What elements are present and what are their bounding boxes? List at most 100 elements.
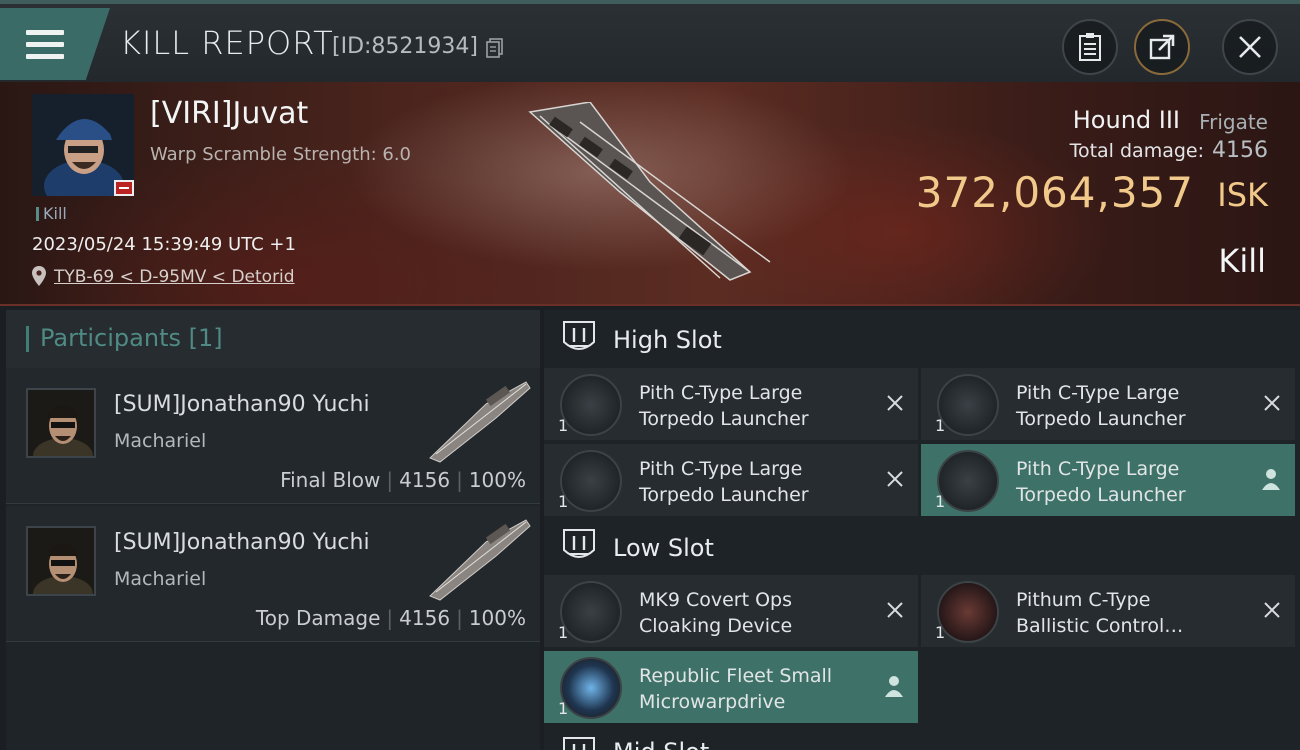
participant-name[interactable]: [SUM]Jonathan90 Yuchi (114, 392, 370, 417)
module-quantity: 1 (558, 699, 569, 718)
participant-ship[interactable]: Machariel (114, 568, 206, 590)
module-name-line1: Pith C-Type Large (1016, 382, 1180, 404)
kill-tag: Kill (36, 204, 67, 223)
mid-slot-icon (563, 737, 595, 750)
cloaking-device-icon (560, 581, 622, 643)
destroyed-x-icon (887, 471, 903, 487)
share-button[interactable] (1134, 19, 1190, 75)
module-name-line2: Microwarpdrive (639, 691, 786, 713)
participant-ship-icon (429, 381, 531, 463)
participant-tag: Top Damage (255, 606, 381, 630)
participant-damage: 4156 (399, 468, 451, 492)
mid-slot-header: Mid Slot (544, 730, 1300, 750)
status-badge (114, 180, 134, 196)
participant-ship-icon (429, 519, 531, 601)
module-card[interactable]: 1 Pith C-Type Large Torpedo Launcher (921, 368, 1295, 440)
dropped-person-icon (1262, 469, 1280, 490)
module-name: Pithum C-Type Ballistic Control… (1016, 587, 1246, 639)
module-card[interactable]: 1 Republic Fleet Small Microwarpdrive (544, 651, 918, 723)
torpedo-launcher-icon (937, 374, 999, 436)
module-card[interactable]: 1 Pith C-Type Large Torpedo Launcher (544, 444, 918, 516)
torpedo-launcher-icon (560, 450, 622, 512)
close-icon (1239, 36, 1261, 58)
victim-avatar[interactable] (32, 94, 134, 196)
high-slot-label: High Slot (613, 326, 722, 354)
copy-icon[interactable] (486, 38, 504, 58)
top-bar: KILL REPORT [ID:8521934] (0, 0, 1300, 82)
location-link[interactable]: TYB-69 < D-95MV < Detorid (54, 267, 295, 287)
module-name-line2: Ballistic Control… (1016, 615, 1184, 637)
menu-button[interactable] (0, 8, 110, 80)
module-quantity: 1 (935, 623, 946, 642)
participant-ship[interactable]: Machariel (114, 430, 206, 452)
result-label: Kill (1218, 242, 1266, 280)
module-name-line2: Torpedo Launcher (1016, 484, 1186, 506)
ballistic-control-icon (937, 581, 999, 643)
module-name-line2: Torpedo Launcher (1016, 408, 1186, 430)
participant-percent: 100% (468, 468, 526, 492)
fitting-panel: High Slot 1 Pith C-Type Large Torpedo Lau… (544, 310, 1300, 750)
microwarpdrive-icon (560, 657, 622, 719)
share-icon (1149, 34, 1175, 60)
victim-name[interactable]: [VIRI]Juvat (150, 96, 308, 131)
module-name-line1: Pith C-Type Large (639, 382, 803, 404)
participant-row[interactable]: [SUM]Jonathan90 Yuchi Machariel Top Dama… (6, 506, 540, 642)
module-card[interactable]: 1 Pith C-Type Large Torpedo Launcher (544, 368, 918, 440)
participant-row[interactable]: [SUM]Jonathan90 Yuchi Machariel Final Bl… (6, 368, 540, 504)
module-name: Pith C-Type Large Torpedo Launcher (639, 456, 869, 508)
header-accent-bar (26, 326, 29, 352)
close-button[interactable] (1222, 19, 1278, 75)
module-name-line1: Republic Fleet Small (639, 665, 833, 687)
participant-stats: Final Blow | 4156 | 100% (280, 468, 526, 492)
participant-percent: 100% (468, 606, 526, 630)
pilot-portrait-icon (28, 528, 94, 594)
victim-banner: [VIRI]Juvat Warp Scramble Strength: 6.0 … (0, 82, 1300, 306)
module-name: Republic Fleet Small Microwarpdrive (639, 663, 869, 715)
module-name: Pith C-Type Large Torpedo Launcher (1016, 456, 1246, 508)
victim-ship-class: Frigate (1199, 110, 1268, 134)
module-quantity: 1 (935, 492, 946, 511)
torpedo-launcher-icon (937, 450, 999, 512)
torpedo-launcher-icon (560, 374, 622, 436)
isk-unit: ISK (1217, 176, 1268, 214)
module-name-line1: Pith C-Type Large (1016, 458, 1180, 480)
participant-name[interactable]: [SUM]Jonathan90 Yuchi (114, 530, 370, 555)
participant-avatar[interactable] (26, 388, 96, 458)
module-quantity: 1 (558, 492, 569, 511)
page-title: KILL REPORT (120, 24, 334, 62)
participant-avatar[interactable] (26, 526, 96, 596)
mid-slot-label: Mid Slot (613, 738, 709, 750)
module-name: Pith C-Type Large Torpedo Launcher (639, 380, 869, 432)
module-quantity: 1 (558, 416, 569, 435)
low-slot-header: Low Slot (544, 518, 1300, 576)
module-name-line1: MK9 Covert Ops (639, 589, 793, 611)
destroyed-x-icon (1264, 602, 1280, 618)
pilot-portrait-icon (28, 390, 94, 456)
dropped-person-icon (885, 676, 903, 697)
victim-ship-name[interactable]: Hound III (1073, 106, 1180, 134)
module-name: Pith C-Type Large Torpedo Launcher (1016, 380, 1246, 432)
module-name-line2: Torpedo Launcher (639, 408, 809, 430)
clipboard-icon (1079, 33, 1101, 61)
warp-scramble-strength: Warp Scramble Strength: 6.0 (150, 144, 412, 165)
victim-ship-icon (528, 102, 771, 281)
module-quantity: 1 (558, 623, 569, 642)
participants-panel: Participants [1] [SUM]Jonathan90 Yuchi M… (6, 310, 540, 750)
destroyed-x-icon (887, 602, 903, 618)
participants-header[interactable]: Participants [1] (6, 310, 540, 368)
participants-title: Participants [1] (40, 324, 223, 352)
low-slot-label: Low Slot (613, 534, 714, 562)
clipboard-button[interactable] (1062, 19, 1118, 75)
module-name-line1: Pith C-Type Large (639, 458, 803, 480)
destroyed-x-icon (887, 395, 903, 411)
hamburger-icon (26, 30, 64, 60)
low-slot-icon (563, 529, 595, 558)
module-card[interactable]: 1 Pith C-Type Large Torpedo Launcher (921, 444, 1295, 516)
participant-damage: 4156 (399, 606, 451, 630)
isk-value: 372,064,357 (915, 168, 1194, 217)
high-slot-icon (563, 321, 595, 350)
module-card[interactable]: 1 MK9 Covert Ops Cloaking Device (544, 575, 918, 647)
module-card[interactable]: 1 Pithum C-Type Ballistic Control… (921, 575, 1295, 647)
kill-datetime: 2023/05/24 15:39:49 UTC +1 (32, 234, 296, 255)
total-damage-label: Total damage: (1069, 140, 1204, 162)
